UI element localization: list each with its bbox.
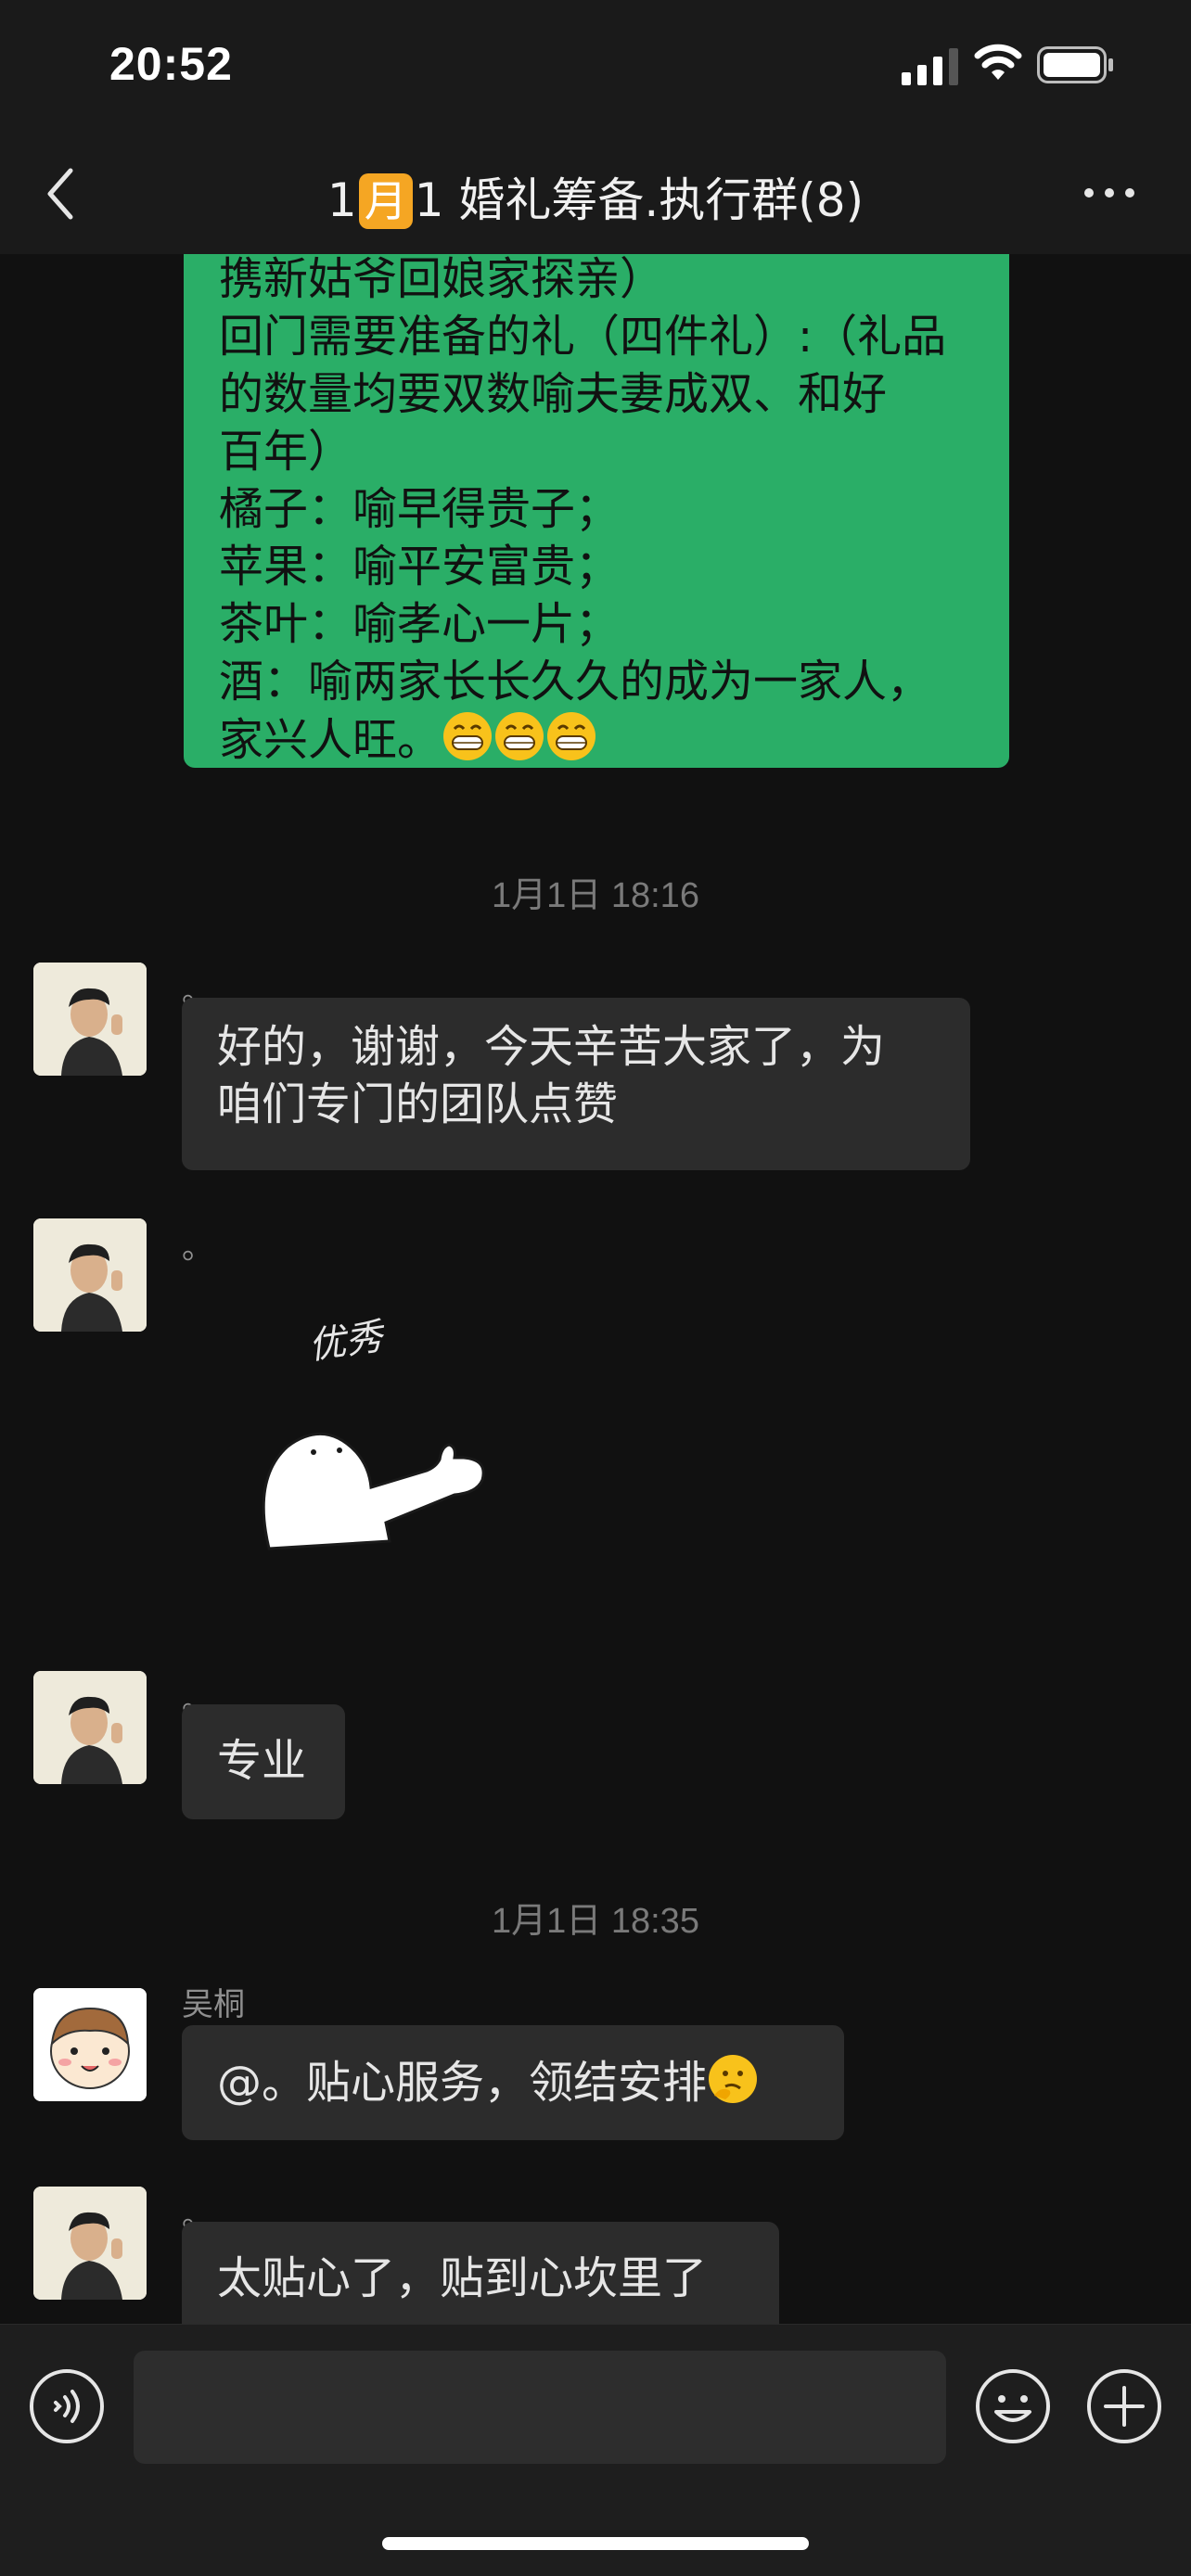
plus-icon[interactable] <box>1085 2367 1163 2445</box>
message-line: 百年） <box>219 426 353 478</box>
title-prefix: 1 <box>327 173 357 227</box>
chat-title: 1月1 婚礼筹备.执行群(8) <box>0 163 1191 230</box>
message-bubble[interactable]: 专业 <box>182 1704 345 1819</box>
timestamp: 1月1日 18:35 <box>492 1902 699 1941</box>
message-line: @。贴心服务，领结安排 <box>217 2053 809 2111</box>
thinking-emoji-icon <box>709 2055 758 2103</box>
nav-bar: 1月1 婚礼筹备.执行群(8) <box>0 130 1191 254</box>
message-line-text: 家兴人旺。 <box>219 714 442 766</box>
message-text: @。贴心服务，领结安排 <box>217 2057 708 2109</box>
avatar[interactable] <box>33 1218 147 1332</box>
timestamp: 1月1日 18:16 <box>492 876 699 915</box>
grin-emoji-icon <box>495 712 544 760</box>
message-bubble[interactable]: 太贴心了，贴到心坎里了 <box>182 2222 779 2324</box>
title-suffix: 1 婚礼筹备.执行群(8) <box>414 173 864 227</box>
calendar-badge: 月 <box>358 173 413 229</box>
message-line: 的数量均要双数喻夫妻成双、和好 <box>219 368 888 420</box>
signal-icon <box>902 48 958 85</box>
message-bubble-own[interactable]: 携新姑爷回娘家探亲） 回门需要准备的礼（四件礼）:（礼品 的数量均要双数喻夫妻成… <box>184 254 1009 768</box>
more-dots-icon[interactable] <box>1082 182 1137 204</box>
avatar[interactable] <box>33 1671 147 1784</box>
grin-emoji-icon <box>443 712 493 760</box>
avatar[interactable] <box>33 963 147 1076</box>
message-bubble[interactable]: @。贴心服务，领结安排 <box>182 2025 844 2140</box>
sticker-message[interactable]: 优秀 <box>250 1302 529 1571</box>
message-input[interactable] <box>134 2351 946 2464</box>
sender-name: 吴桐 <box>182 1986 245 2023</box>
avatar-man-icon <box>33 1218 147 1332</box>
status-time: 20:52 <box>109 38 233 90</box>
avatar-man-icon <box>33 963 147 1076</box>
avatar[interactable] <box>33 2187 147 2300</box>
avatar[interactable] <box>33 1988 147 2101</box>
message-line: 茶叶：喻孝心一片； <box>219 598 621 650</box>
grin-emoji-icon <box>547 712 596 760</box>
status-bar: 20:52 <box>0 0 1191 130</box>
message-list[interactable]: 携新姑爷回娘家探亲） 回门需要准备的礼（四件礼）:（礼品 的数量均要双数喻夫妻成… <box>0 254 1191 2324</box>
avatar-man-icon <box>33 2187 147 2300</box>
avatar-man-icon <box>33 1671 147 1784</box>
wifi-icon <box>974 44 1022 80</box>
message-bubble[interactable]: 好的，谢谢，今天辛苦大家了，为 咱们专门的团队点赞 <box>182 998 970 1170</box>
home-indicator[interactable] <box>382 2537 809 2550</box>
message-line: 咱们专门的团队点赞 <box>217 1078 619 1130</box>
message-line-last: 家兴人旺。 <box>219 710 974 769</box>
message-line: 回门需要准备的礼（四件礼）:（礼品 <box>219 311 947 363</box>
voice-icon[interactable] <box>28 2367 106 2445</box>
message-line: 橘子：喻早得贵子； <box>219 483 621 535</box>
message-text: 太贴心了，贴到心坎里了 <box>217 2252 708 2304</box>
battery-icon <box>1037 46 1113 83</box>
emoji-icon[interactable] <box>974 2367 1052 2445</box>
sticker-caption: 优秀 <box>305 1315 386 1369</box>
avatar-cartoon-face-icon <box>33 1988 147 2101</box>
message-text: 专业 <box>217 1735 307 1787</box>
thumbs-up-blob-sticker-icon <box>262 1433 485 1550</box>
message-line: 苹果：喻平安富贵； <box>219 541 621 593</box>
message-line: 好的，谢谢，今天辛苦大家了，为 <box>217 1021 886 1073</box>
message-line: 携新姑爷回娘家探亲） <box>219 254 665 305</box>
message-line: 酒：喻两家长长久久的成为一家人， <box>219 656 932 708</box>
sender-name: 。 <box>182 1230 213 1267</box>
